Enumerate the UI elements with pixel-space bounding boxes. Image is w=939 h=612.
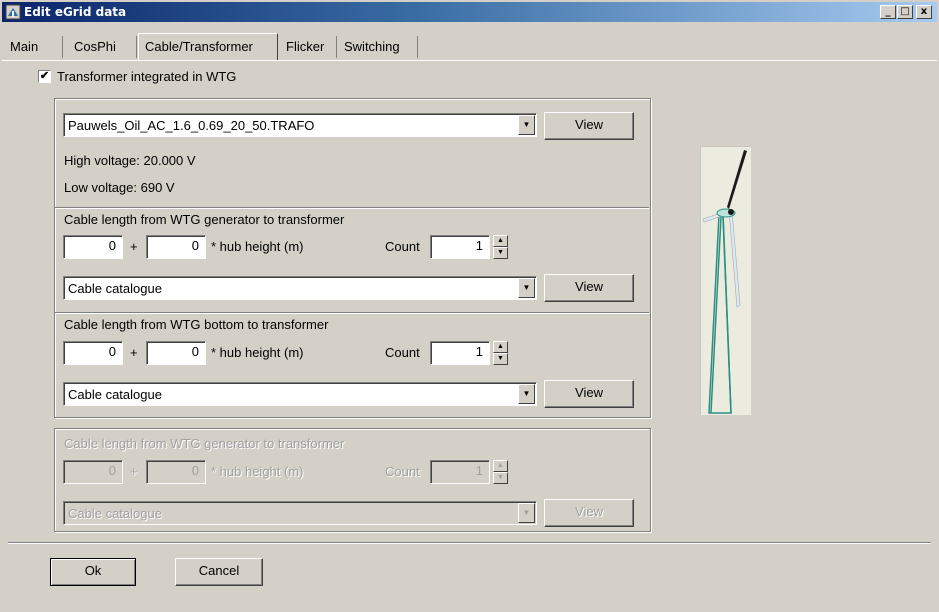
cable-generator-length-field[interactable]: 0: [63, 235, 123, 259]
disabled-hub-factor-field: 0: [146, 460, 206, 484]
tab-switching[interactable]: Switching: [338, 36, 418, 58]
tab-divider: [2, 60, 937, 61]
plus-sign: +: [130, 345, 138, 360]
title-bar[interactable]: Edit eGrid data _ □ x: [2, 2, 937, 22]
count-label: Count: [385, 464, 420, 479]
high-voltage-text: High voltage: 20.000 V: [64, 153, 196, 168]
disabled-cable-title: Cable length from WTG generator to trans…: [64, 436, 345, 451]
cable-bottom-hub-factor-field[interactable]: 0: [146, 341, 206, 365]
cable-generator-count-field[interactable]: 1: [430, 235, 490, 259]
section-divider: [55, 312, 649, 314]
transformer-integrated-label: Transformer integrated in WTG: [57, 69, 237, 84]
spin-up-icon[interactable]: ▲: [493, 235, 508, 247]
cable-generator-title: Cable length from WTG generator to trans…: [64, 212, 345, 227]
cable-generator-hub-factor-field[interactable]: 0: [146, 235, 206, 259]
cable-bottom-count-field[interactable]: 1: [430, 341, 490, 365]
cable-generator-catalogue-value: Cable catalogue: [68, 281, 162, 296]
spin-up-icon[interactable]: ▲: [493, 341, 508, 353]
spin-up-icon: ▲: [493, 460, 508, 472]
cable-generator-catalogue-select[interactable]: Cable catalogue ▼: [63, 276, 537, 300]
transformer-select[interactable]: Pauwels_Oil_AC_1.6_0.69_20_50.TRAFO ▼: [63, 113, 537, 137]
cable-bottom-catalogue-select[interactable]: Cable catalogue ▼: [63, 382, 537, 406]
disabled-length-field: 0: [63, 460, 123, 484]
spin-down-icon[interactable]: ▼: [493, 353, 508, 365]
count-label: Count: [385, 345, 420, 360]
disabled-count-field: 1: [430, 460, 490, 484]
chevron-down-icon: ▼: [518, 503, 535, 523]
minimize-button[interactable]: _: [880, 5, 896, 19]
count-spinner[interactable]: ▲ ▼: [493, 341, 508, 365]
footer-divider: [8, 542, 931, 544]
low-voltage-text: Low voltage: 690 V: [64, 180, 175, 195]
ok-button[interactable]: Ok: [50, 558, 136, 586]
cancel-button[interactable]: Cancel: [175, 558, 263, 586]
hub-height-label: * hub height (m): [211, 239, 304, 254]
turbine-preview-image: [700, 146, 751, 415]
tab-main[interactable]: Main: [4, 36, 63, 58]
plus-sign: +: [130, 464, 138, 479]
chevron-down-icon[interactable]: ▼: [518, 384, 535, 404]
count-spinner: ▲ ▼: [493, 460, 508, 484]
count-label: Count: [385, 239, 420, 254]
maximize-button[interactable]: □: [897, 5, 913, 19]
cable-bottom-view-button[interactable]: View: [544, 380, 634, 408]
cable-bottom-length-field[interactable]: 0: [63, 341, 123, 365]
hub-height-label: * hub height (m): [211, 345, 304, 360]
transformer-integrated-checkbox[interactable]: ✔: [38, 70, 51, 83]
cable-bottom-catalogue-value: Cable catalogue: [68, 387, 162, 402]
spin-down-icon: ▼: [493, 472, 508, 484]
cable-bottom-title: Cable length from WTG bottom to transfor…: [64, 317, 329, 332]
spin-down-icon[interactable]: ▼: [493, 247, 508, 259]
chevron-down-icon[interactable]: ▼: [518, 278, 535, 298]
section-divider: [55, 207, 649, 209]
edit-egrid-dialog: Edit eGrid data _ □ x Main CosPhi Cable/…: [0, 0, 939, 612]
disabled-catalogue-value: Cable catalogue: [68, 506, 162, 521]
count-spinner[interactable]: ▲ ▼: [493, 235, 508, 259]
disabled-catalogue-select: Cable catalogue ▼: [63, 501, 537, 525]
cable-generator-view-button[interactable]: View: [544, 274, 634, 302]
transformer-group: [54, 98, 651, 418]
tab-cable-transformer[interactable]: Cable/Transformer: [138, 33, 278, 60]
transformer-select-value: Pauwels_Oil_AC_1.6_0.69_20_50.TRAFO: [68, 118, 315, 133]
window-title: Edit eGrid data: [24, 5, 127, 19]
wind-turbine-icon: [701, 147, 751, 415]
plus-sign: +: [130, 239, 138, 254]
tab-cosphi[interactable]: CosPhi: [68, 36, 137, 58]
app-icon: [5, 4, 21, 20]
disabled-view-button: View: [544, 499, 634, 527]
transformer-view-button[interactable]: View: [544, 112, 634, 140]
hub-height-label: * hub height (m): [211, 464, 304, 479]
tab-flicker[interactable]: Flicker: [280, 36, 337, 58]
chevron-down-icon[interactable]: ▼: [518, 115, 535, 135]
close-button[interactable]: x: [916, 5, 932, 19]
